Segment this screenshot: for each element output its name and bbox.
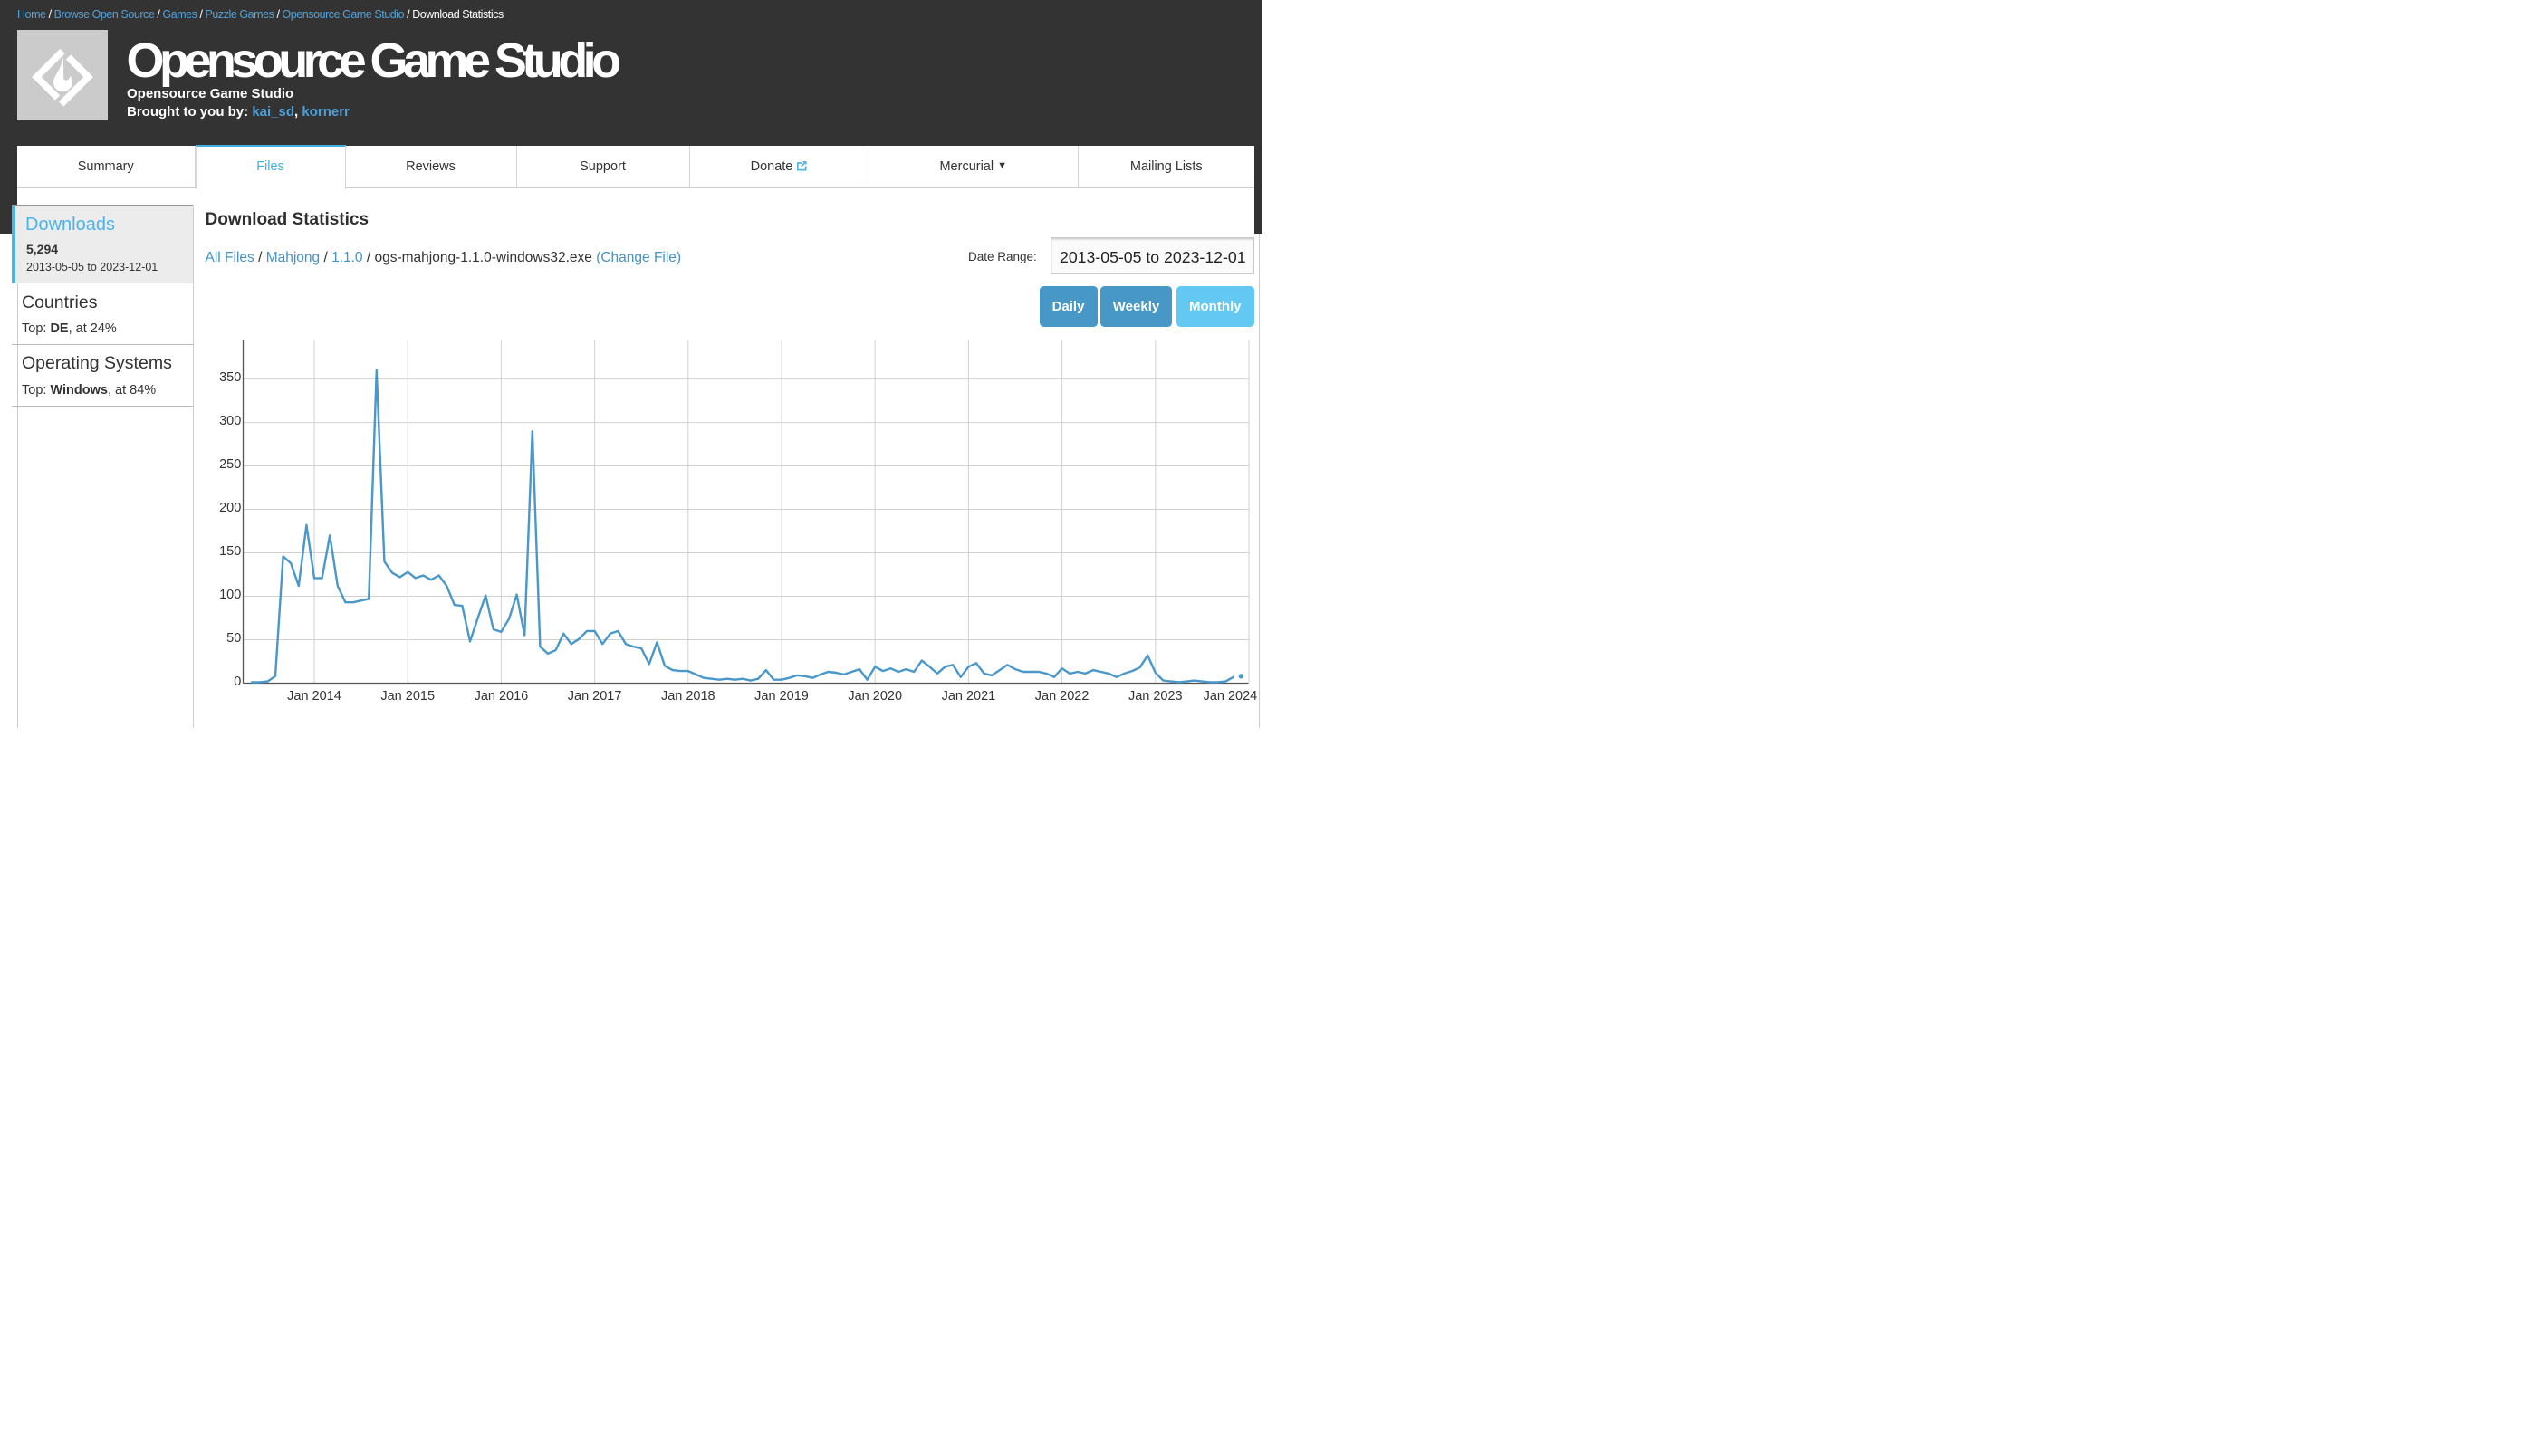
svg-text:Jan 2014: Jan 2014: [287, 689, 341, 704]
svg-text:300: 300: [219, 414, 241, 428]
svg-text:0: 0: [234, 675, 241, 689]
svg-text:Jan 2023: Jan 2023: [1128, 689, 1183, 704]
svg-text:Jan 2022: Jan 2022: [1035, 689, 1090, 704]
svg-text:350: 350: [219, 370, 241, 385]
svg-text:Jan 2016: Jan 2016: [475, 689, 529, 704]
svg-text:Jan 2021: Jan 2021: [942, 689, 996, 704]
svg-text:Jan 2017: Jan 2017: [568, 689, 622, 704]
svg-text:Jan 2015: Jan 2015: [380, 689, 435, 704]
svg-text:Jan 2019: Jan 2019: [754, 689, 809, 704]
svg-text:100: 100: [219, 588, 241, 602]
svg-text:200: 200: [219, 501, 241, 515]
svg-text:250: 250: [219, 457, 241, 472]
svg-text:Jan 2018: Jan 2018: [661, 689, 715, 704]
svg-text:Jan 2024: Jan 2024: [1204, 689, 1258, 704]
svg-text:150: 150: [219, 544, 241, 559]
svg-text:50: 50: [226, 631, 241, 646]
svg-text:Jan 2020: Jan 2020: [848, 689, 902, 704]
